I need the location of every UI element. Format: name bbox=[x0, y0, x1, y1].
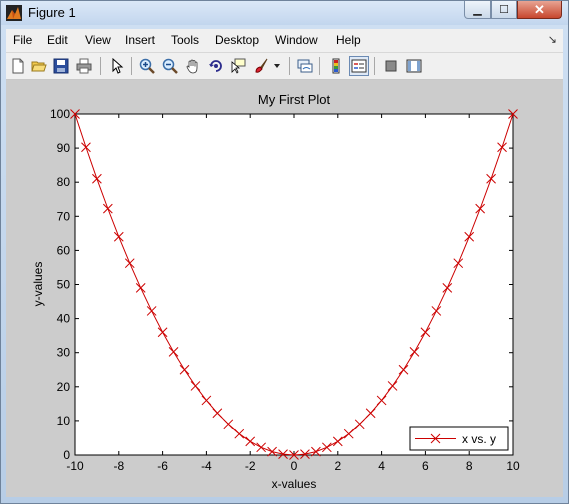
menu-bar: File Edit View Insert Tools Desktop Wind… bbox=[6, 29, 563, 53]
menu-help[interactable]: Help bbox=[336, 33, 361, 47]
menu-edit[interactable]: Edit bbox=[47, 33, 68, 47]
dock-arrow-icon[interactable]: ↘ bbox=[548, 33, 557, 46]
maximize-icon: ☐ bbox=[499, 4, 509, 16]
y-tick-label: 60 bbox=[57, 243, 71, 257]
link-plot-icon[interactable] bbox=[295, 56, 315, 76]
chart-title: My First Plot bbox=[258, 92, 331, 107]
menu-file[interactable]: File bbox=[13, 33, 32, 47]
x-axis-label: x-values bbox=[272, 477, 317, 491]
toolbar-separator bbox=[131, 57, 132, 75]
menu-window[interactable]: Window bbox=[275, 33, 318, 47]
y-tick-label: 40 bbox=[57, 312, 71, 326]
x-tick-label: 10 bbox=[506, 459, 520, 473]
y-tick-label: 80 bbox=[57, 175, 71, 189]
legend-label: x vs. y bbox=[462, 432, 496, 446]
plot-svg: My First Plot x-values y-values -10 -8 -6-… bbox=[31, 92, 520, 491]
menu-desktop[interactable]: Desktop bbox=[215, 33, 259, 47]
show-plot-tools-icon[interactable] bbox=[404, 56, 424, 76]
new-figure-icon[interactable] bbox=[8, 56, 28, 76]
toolbar-separator bbox=[289, 57, 290, 75]
figure-window: Figure 1 ▁ ☐ ✕ File Edit View Insert Too… bbox=[0, 0, 569, 504]
zoom-out-icon[interactable] bbox=[160, 56, 180, 76]
x-tick-label: -6 bbox=[157, 459, 168, 473]
menu-view[interactable]: View bbox=[85, 33, 111, 47]
y-tick-label: 50 bbox=[57, 278, 71, 292]
toolbar bbox=[6, 53, 563, 80]
window-title: Figure 1 bbox=[28, 5, 76, 20]
matlab-app-icon bbox=[6, 5, 22, 21]
brush-dropdown-icon[interactable] bbox=[271, 56, 283, 76]
x-tick-label: 4 bbox=[378, 459, 385, 473]
close-button[interactable]: ✕ bbox=[517, 1, 562, 19]
y-tick-label: 20 bbox=[57, 380, 71, 394]
x-tick-label: 0 bbox=[291, 459, 298, 473]
menu-insert[interactable]: Insert bbox=[125, 33, 155, 47]
hide-plot-tools-icon[interactable] bbox=[381, 56, 401, 76]
y-tick-label: 30 bbox=[57, 346, 71, 360]
x-tick-label: 2 bbox=[334, 459, 341, 473]
print-icon[interactable] bbox=[74, 56, 94, 76]
axes-background bbox=[74, 113, 514, 456]
y-tick-label: 90 bbox=[57, 141, 71, 155]
title-bar[interactable]: Figure 1 ▁ ☐ ✕ bbox=[1, 1, 568, 25]
edit-plot-arrow-icon[interactable] bbox=[107, 56, 127, 76]
x-tick-label: -2 bbox=[245, 459, 256, 473]
legend[interactable]: x vs. y bbox=[409, 426, 509, 451]
x-tick-label: 6 bbox=[422, 459, 429, 473]
x-tick-label: -8 bbox=[113, 459, 124, 473]
insert-colorbar-icon[interactable] bbox=[326, 56, 346, 76]
zoom-in-icon[interactable] bbox=[137, 56, 157, 76]
y-tick-label: 70 bbox=[57, 209, 71, 223]
y-axis-label: y-values bbox=[31, 262, 45, 307]
toolbar-separator bbox=[319, 57, 320, 75]
rotate-3d-icon[interactable] bbox=[206, 56, 226, 76]
brush-icon[interactable] bbox=[251, 56, 271, 76]
y-tick-label: 100 bbox=[50, 107, 70, 121]
y-tick-label: 0 bbox=[63, 448, 70, 462]
toolbar-separator bbox=[100, 57, 101, 75]
pan-hand-icon[interactable] bbox=[183, 56, 203, 76]
data-cursor-icon[interactable] bbox=[228, 56, 248, 76]
minimize-button[interactable]: ▁ bbox=[464, 1, 491, 19]
toolbar-separator bbox=[374, 57, 375, 75]
y-tick-label: 10 bbox=[57, 414, 71, 428]
maximize-button[interactable]: ☐ bbox=[491, 1, 517, 19]
open-file-icon[interactable] bbox=[29, 56, 49, 76]
menu-tools[interactable]: Tools bbox=[171, 33, 199, 47]
save-icon[interactable] bbox=[51, 56, 71, 76]
x-tick-label: 8 bbox=[466, 459, 473, 473]
minimize-icon: ▁ bbox=[473, 4, 482, 16]
x-tick-label: -4 bbox=[201, 459, 212, 473]
insert-legend-icon[interactable] bbox=[349, 56, 369, 76]
figure-canvas: My First Plot x-values y-values -10 -8 -6-… bbox=[6, 80, 563, 497]
close-icon: ✕ bbox=[534, 1, 545, 17]
